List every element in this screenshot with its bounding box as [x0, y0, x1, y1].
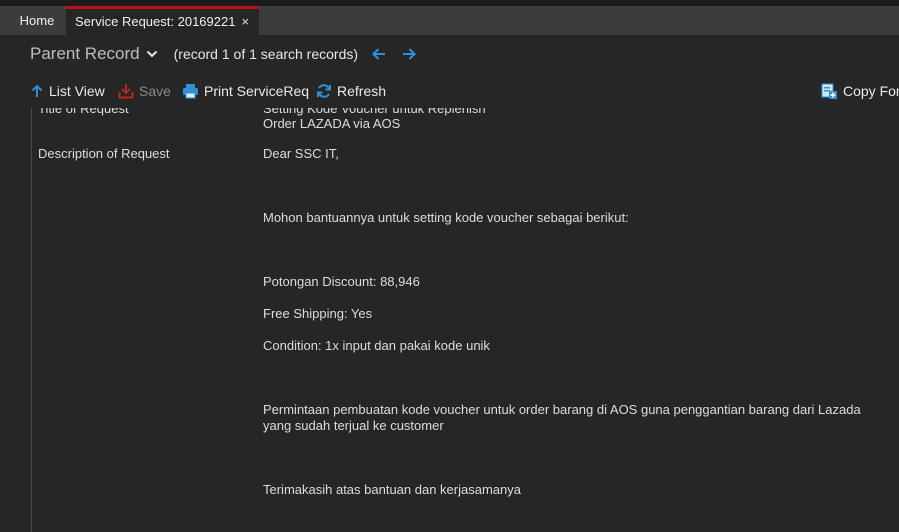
page-title: Parent Record [30, 44, 140, 63]
tab-bar: Home Service Request: 20169221 × [0, 6, 899, 35]
toolbar: List View Save Print ServiceReq Refresh … [30, 81, 899, 101]
description-of-request-label: Description of Request [38, 146, 170, 161]
description-line: Permintaan pembuatan kode voucher untuk … [263, 402, 861, 417]
description-line: yang sudah terjual ke customer [263, 418, 444, 433]
save-label: Save [139, 83, 171, 99]
refresh-icon [317, 84, 331, 98]
title-of-request-line-2: Order LAZADA via AOS [263, 116, 401, 131]
print-label: Print ServiceReq [204, 83, 310, 99]
up-arrow-icon [31, 84, 43, 97]
list-view-label: List View [49, 83, 105, 99]
description-line: Potongan Discount: 88,946 [263, 274, 420, 289]
record-detail-panel: Title of Request Setting Kode Voucher un… [31, 108, 899, 532]
record-header: Parent Record (record 1 of 1 search reco… [30, 42, 430, 66]
description-line: Mohon bantuannya untuk setting kode vouc… [263, 210, 629, 225]
refresh-button[interactable]: Refresh [316, 81, 386, 101]
close-icon[interactable]: × [241, 9, 249, 35]
print-button[interactable]: Print ServiceReq [182, 81, 309, 101]
previous-record-arrow-icon[interactable] [370, 45, 388, 63]
tab-home[interactable]: Home [10, 6, 64, 35]
copy-for-button[interactable]: Copy For [821, 81, 899, 101]
printer-icon [183, 84, 198, 99]
copy-for-label: Copy For [843, 83, 899, 99]
description-line: Free Shipping: Yes [263, 306, 373, 321]
next-record-arrow-icon[interactable] [400, 45, 418, 63]
title-of-request-label: Title of Request [38, 108, 129, 116]
refresh-label: Refresh [337, 83, 387, 99]
save-button[interactable]: Save [118, 81, 171, 101]
save-icon [118, 84, 134, 99]
description-line: Terimakasih atas bantuan dan kerjasamany… [263, 482, 521, 497]
tab-service-request-label: Service Request: 20169221 [75, 14, 236, 29]
tab-service-request[interactable]: Service Request: 20169221 × [66, 6, 259, 35]
record-position-info: (record 1 of 1 search records) [173, 46, 359, 62]
chevron-down-icon[interactable] [146, 47, 158, 62]
list-view-button[interactable]: List View [30, 81, 105, 101]
description-line: Dear SSC IT, [263, 146, 339, 161]
description-line: Condition: 1x input dan pakai kode unik [263, 338, 490, 353]
copy-icon [821, 83, 837, 99]
